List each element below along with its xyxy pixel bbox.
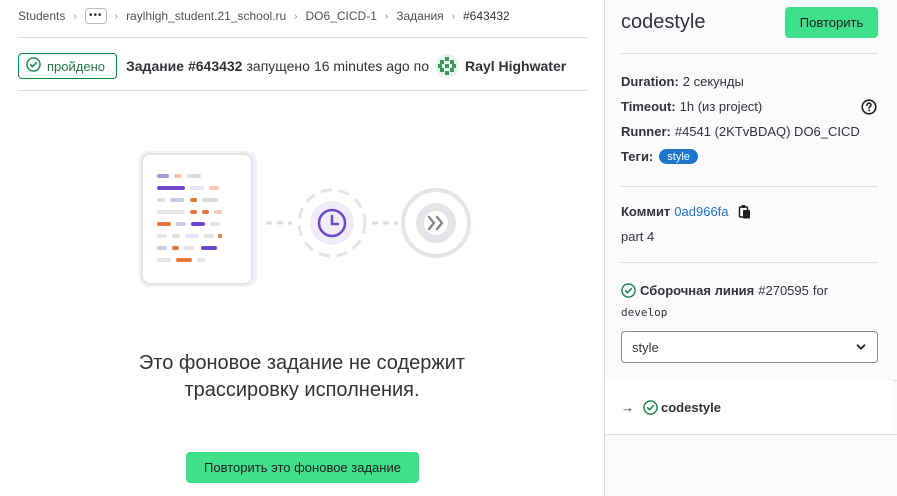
breadcrumb-separator: ›	[384, 10, 389, 22]
breadcrumb-more-button[interactable]: •••	[84, 8, 107, 24]
job-by-text: по	[413, 58, 430, 74]
tag-badge: style	[659, 149, 698, 164]
breadcrumb-separator: ›	[294, 10, 298, 22]
commit-message: part 4	[621, 229, 654, 244]
divider	[605, 434, 897, 435]
breadcrumb: Students › ••• › raylhigh_student.21_sch…	[18, 8, 510, 24]
commit-label: Коммит	[621, 204, 671, 219]
breadcrumb-user[interactable]: raylhigh_student.21_school.ru	[126, 9, 286, 23]
job-list-item-name: codestyle	[661, 399, 721, 415]
runner-row: Runner: #4541 (2KTvBDAQ) DO6_CICD	[621, 124, 860, 139]
commit-row: Коммит 0ad966fa	[621, 204, 751, 219]
chevron-down-icon	[855, 341, 867, 353]
status-label: пройдено	[47, 58, 105, 74]
job-main: Students › ••• › raylhigh_student.21_sch…	[0, 0, 604, 496]
job-time-ago: 16 minutes ago	[313, 58, 410, 74]
breadcrumb-separator: ›	[114, 10, 119, 22]
commit-hash-link[interactable]: 0ad966fa	[674, 204, 728, 219]
job-summary: Задание #643432 запущено 16 minutes ago …	[126, 54, 566, 78]
job-header: пройдено Задание #643432 запущено 16 min…	[18, 53, 566, 79]
empty-state-illustration	[136, 148, 476, 294]
breadcrumb-current[interactable]: #643432	[463, 9, 510, 23]
branch-link[interactable]: develop	[621, 306, 667, 319]
runner-label: Runner:	[621, 124, 671, 139]
timeout-row: Timeout: 1h (из project)	[621, 99, 762, 114]
status-success-icon	[621, 283, 636, 298]
breadcrumb-separator: ›	[73, 10, 77, 22]
pipeline-row: Сборочная линия #270595 for	[621, 283, 828, 298]
clipboard-icon[interactable]	[738, 204, 751, 219]
empty-state-title-line2: трассировку исполнения.	[184, 379, 420, 401]
status-badge[interactable]: пройдено	[18, 53, 117, 79]
tags-row: Теги: style	[621, 149, 698, 164]
breadcrumb-separator: ›	[451, 10, 455, 22]
breadcrumb-students[interactable]: Students	[18, 9, 65, 23]
runner-value: #4541 (2KTvBDAQ) DO6_CICD	[674, 124, 860, 139]
timeout-label: Timeout:	[621, 99, 676, 114]
pipeline-for-text: for	[812, 283, 829, 298]
pipeline-branch: develop	[621, 306, 667, 319]
sidebar-job-title: codestyle	[621, 11, 706, 33]
commit-message-text: part 4	[621, 229, 655, 244]
status-success-icon	[643, 399, 658, 415]
job-sidebar: codestyle Повторить Duration: 2 секунды …	[604, 0, 897, 496]
breadcrumb-project[interactable]: DO6_CICD-1	[306, 9, 377, 23]
stage-select-value: style	[632, 339, 659, 355]
job-title: Задание #643432	[126, 58, 243, 74]
question-icon[interactable]	[861, 99, 877, 115]
avatar[interactable]	[435, 54, 460, 78]
divider	[621, 186, 878, 187]
divider	[18, 90, 587, 91]
duration-value: 2 секунды	[682, 74, 744, 89]
job-list-item[interactable]: → codestyle	[605, 380, 893, 434]
divider	[18, 37, 587, 38]
duration-row: Duration: 2 секунды	[621, 74, 744, 89]
retry-background-job-button[interactable]: Повторить это фоновое задание	[186, 452, 419, 483]
empty-state-title: Это фоновое задание не содержит трассиро…	[0, 350, 604, 404]
divider	[621, 53, 878, 54]
retry-button[interactable]: Повторить	[785, 7, 878, 38]
breadcrumb-jobs[interactable]: Задания	[396, 9, 443, 23]
divider	[621, 262, 878, 263]
duration-label: Duration:	[621, 74, 679, 89]
status-success-icon	[26, 57, 41, 75]
tags-label: Теги:	[621, 149, 654, 164]
timeout-value: 1h (из project)	[679, 99, 763, 114]
pipeline-label: Сборочная линия	[640, 283, 755, 298]
pipeline-link[interactable]: #270595	[758, 283, 809, 298]
empty-state-title-line1: Это фоновое задание не содержит	[138, 352, 466, 374]
job-started-text: запущено	[246, 58, 310, 74]
current-job-arrow-icon: →	[621, 399, 634, 415]
stage-select[interactable]: style	[621, 331, 878, 363]
job-user-link[interactable]: Rayl Highwater	[465, 58, 566, 74]
